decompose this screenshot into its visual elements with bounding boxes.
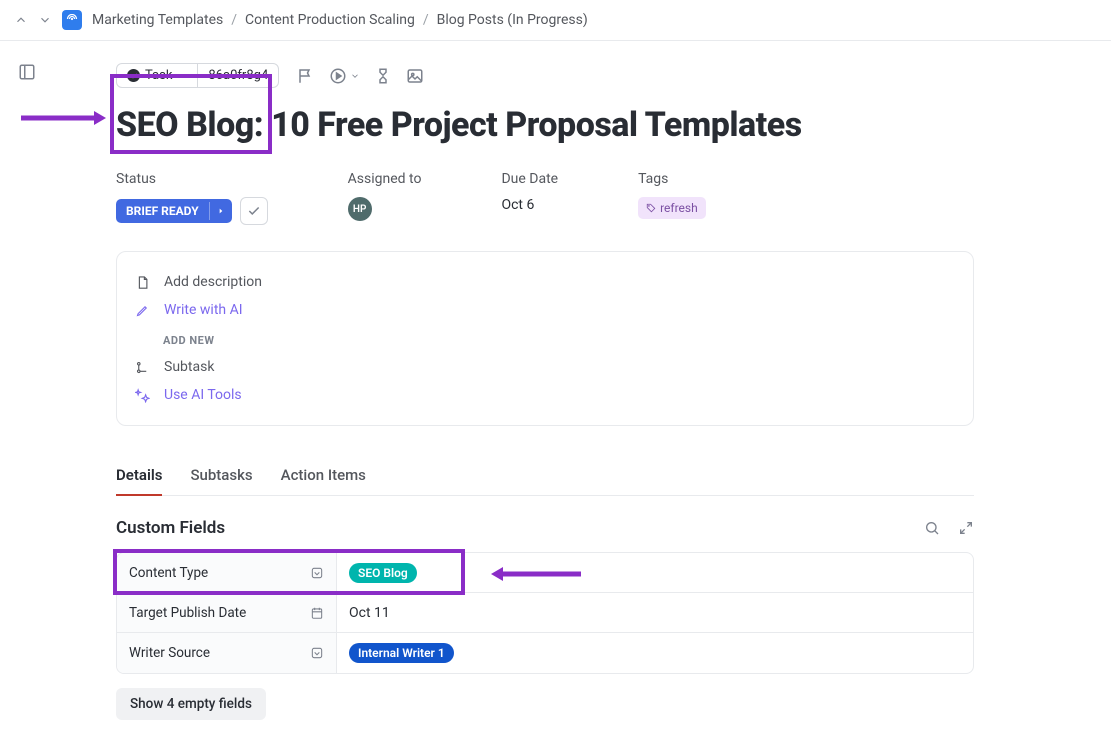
assigned-label: Assigned to [348, 171, 422, 187]
breadcrumb-item[interactable]: Content Production Scaling [245, 12, 415, 28]
cf-label: Writer Source [129, 645, 210, 661]
assignee-avatar[interactable]: HP [348, 197, 372, 221]
tag-chip[interactable]: refresh [638, 197, 706, 219]
nav-up-icon[interactable] [14, 13, 28, 27]
tab-action-items[interactable]: Action Items [281, 456, 366, 496]
sidebar-toggle[interactable] [0, 41, 36, 750]
due-date-value[interactable]: Oct 6 [501, 197, 558, 213]
top-bar: Marketing Templates / Content Production… [0, 0, 1111, 41]
tab-subtasks[interactable]: Subtasks [190, 456, 252, 496]
status-label: Status [116, 171, 268, 187]
breadcrumb-item[interactable]: Blog Posts (In Progress) [437, 12, 588, 28]
cf-value: Oct 11 [349, 605, 390, 621]
status-next-icon[interactable] [209, 202, 232, 220]
cf-row-writer-source: Writer Source Internal Writer 1 [117, 633, 973, 673]
expand-icon[interactable] [958, 520, 974, 536]
dropdown-icon [310, 566, 324, 580]
add-description-row[interactable]: Add description [135, 268, 955, 296]
check-circle-icon [127, 69, 140, 82]
cf-value-pill: SEO Blog [349, 563, 417, 583]
app-icon [62, 10, 82, 30]
nav-down-icon[interactable] [38, 13, 52, 27]
task-toolbar: Task 86a0fr8g4 [116, 63, 1111, 88]
task-type-group: Task 86a0fr8g4 [116, 63, 279, 88]
tag-icon [646, 203, 656, 213]
custom-fields-table: Content Type SEO Blog Target Publish Dat… [116, 552, 974, 674]
cf-label: Content Type [129, 565, 208, 581]
due-label: Due Date [501, 171, 558, 187]
complete-button[interactable] [240, 197, 268, 225]
breadcrumb: Marketing Templates / Content Production… [92, 12, 588, 28]
custom-fields-title: Custom Fields [116, 518, 225, 538]
status-badge[interactable]: BRIEF READY [116, 199, 232, 223]
ai-tools-row[interactable]: Use AI Tools [135, 381, 955, 409]
cf-value-pill: Internal Writer 1 [349, 643, 454, 663]
meta-row: Status BRIEF READY Assigned to HP Due Da… [116, 171, 1111, 225]
search-icon[interactable] [924, 520, 940, 536]
image-icon[interactable] [406, 67, 424, 85]
pencil-icon [135, 303, 150, 318]
add-new-label: ADD NEW [135, 324, 955, 353]
write-ai-row[interactable]: Write with AI [135, 296, 955, 324]
task-type-button[interactable]: Task [117, 64, 197, 87]
document-icon [135, 275, 150, 290]
tags-label: Tags [638, 171, 706, 187]
show-empty-button[interactable]: Show 4 empty fields [116, 688, 266, 720]
subtask-icon [135, 360, 150, 375]
page-title[interactable]: SEO Blog: 10 Free Project Proposal Templ… [116, 106, 802, 145]
dropdown-icon [310, 646, 324, 660]
calendar-icon [310, 606, 324, 620]
tabs: Details Subtasks Action Items [116, 456, 974, 496]
breadcrumb-item[interactable]: Marketing Templates [92, 12, 223, 28]
play-circle-icon[interactable] [329, 67, 347, 85]
cf-row-publish-date: Target Publish Date Oct 11 [117, 593, 973, 633]
cf-row-content-type: Content Type SEO Blog [117, 553, 973, 593]
flag-icon[interactable] [297, 67, 315, 85]
sparkle-icon [135, 388, 150, 403]
subtask-row[interactable]: Subtask [135, 353, 955, 381]
chevron-down-icon[interactable] [350, 71, 360, 81]
cf-label: Target Publish Date [129, 605, 246, 621]
description-box: Add description Write with AI ADD NEW Su… [116, 251, 974, 426]
chevron-down-icon [177, 71, 187, 81]
tab-details[interactable]: Details [116, 456, 162, 496]
hourglass-icon[interactable] [374, 67, 392, 85]
task-type-label: Task [145, 68, 172, 83]
task-id-button[interactable]: 86a0fr8g4 [197, 64, 278, 87]
